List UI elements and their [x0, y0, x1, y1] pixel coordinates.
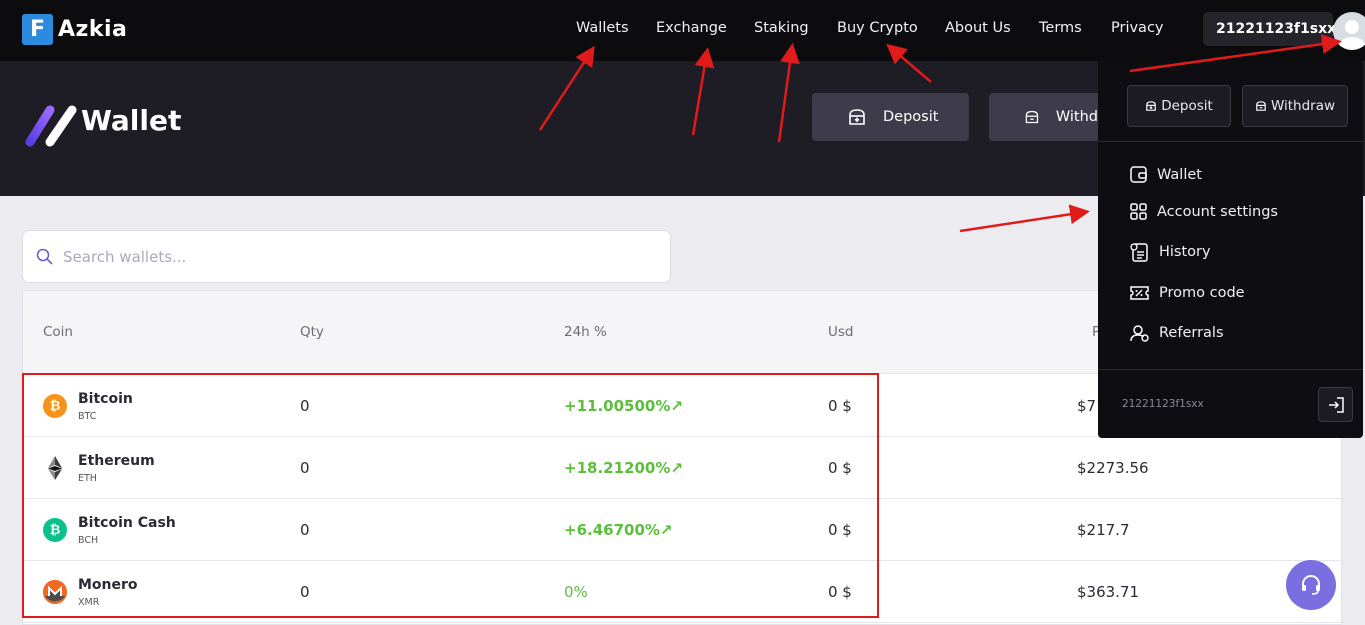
grid-icon — [1130, 203, 1147, 220]
menu-item-promo-code[interactable]: Promo code — [1129, 283, 1245, 302]
search-input[interactable] — [63, 247, 623, 266]
ethereum-icon — [43, 456, 67, 480]
change-value: +11.00500% — [564, 397, 671, 415]
headset-icon — [1302, 575, 1320, 595]
search-icon — [36, 248, 53, 265]
nav-terms[interactable]: Terms — [1039, 20, 1082, 36]
coin-qty: 0 — [300, 459, 310, 477]
coin-change: +11.00500%↗ — [564, 397, 683, 415]
coin-price: $363.71 — [1077, 583, 1140, 601]
menu-item-account-settings[interactable]: Account settings — [1129, 202, 1278, 221]
coin-symbol: BCH — [78, 535, 99, 546]
bitcoin-cash-icon: ₿ — [43, 518, 67, 542]
trend-up-icon: ↗ — [670, 397, 683, 415]
table-row[interactable]: Monero XMR 0 0% 0 $ $363.71 — [23, 561, 1341, 623]
col-usd[interactable]: Usd — [828, 324, 853, 340]
menu-item-wallet[interactable]: Wallet — [1129, 165, 1202, 184]
coin-price: $2273.56 — [1077, 459, 1149, 477]
monero-icon — [43, 580, 67, 604]
trend-up-icon: ↗ — [670, 459, 683, 477]
wallet-logo-icon — [25, 105, 77, 147]
coin-name: Ethereum — [78, 453, 155, 469]
col-24h[interactable]: 24h % — [564, 324, 607, 340]
coin-usd: 0 $ — [828, 397, 852, 415]
nav-about-us[interactable]: About Us — [945, 20, 1011, 36]
coin-qty: 0 — [300, 397, 310, 415]
deposit-label: Deposit — [883, 109, 939, 125]
user-dropdown-menu: Deposit Withdraw Wallet Account settings — [1098, 61, 1363, 438]
bitcoin-icon: ₿ — [43, 394, 67, 418]
nav-privacy[interactable]: Privacy — [1111, 20, 1164, 36]
trend-up-icon: ↗ — [659, 521, 673, 539]
support-chat-button[interactable] — [1286, 560, 1336, 610]
coin-change: +18.21200%↗ — [564, 459, 683, 477]
dropdown-withdraw-button[interactable]: Withdraw — [1242, 85, 1348, 127]
col-coin[interactable]: Coin — [43, 324, 73, 340]
coin-name: Bitcoin — [78, 391, 133, 407]
brand-name: Azkia — [58, 16, 128, 42]
dropdown-withdraw-label: Withdraw — [1270, 98, 1336, 114]
coin-qty: 0 — [300, 583, 310, 601]
withdraw-label: Withd — [1055, 109, 1098, 125]
logout-button[interactable] — [1318, 387, 1353, 422]
user-menu-username: 21221123f1sxx — [1216, 21, 1337, 37]
top-navbar: F Azkia Wallets Exchange Staking Buy Cry… — [0, 0, 1365, 61]
ticket-icon — [1130, 286, 1149, 300]
coin-usd: 0 $ — [828, 521, 852, 539]
history-icon — [1130, 243, 1148, 262]
avatar[interactable] — [1333, 12, 1365, 50]
dropdown-deposit-label: Deposit — [1161, 98, 1213, 114]
deposit-button[interactable]: Deposit — [812, 93, 969, 141]
menu-item-label: Promo code — [1159, 284, 1245, 301]
menu-item-label: Account settings — [1157, 203, 1278, 220]
user-menu-button[interactable]: 21221123f1sxx — [1203, 12, 1357, 46]
coin-symbol: XMR — [78, 597, 100, 608]
dropdown-deposit-button[interactable]: Deposit — [1127, 85, 1231, 127]
withdraw-icon — [1256, 101, 1266, 111]
withdraw-button[interactable]: Withd — [989, 93, 1098, 141]
table-row[interactable]: ₿ Bitcoin Cash BCH 0 +6.46700%↗ 0 $ $217… — [23, 499, 1341, 561]
coin-usd: 0 $ — [828, 583, 852, 601]
menu-item-label: Referrals — [1159, 325, 1224, 341]
menu-item-history[interactable]: History — [1129, 241, 1211, 263]
withdraw-icon — [1025, 110, 1039, 124]
table-row[interactable]: Ethereum ETH 0 +18.21200%↗ 0 $ $2273.56 — [23, 437, 1341, 499]
col-qty[interactable]: Qty — [300, 324, 324, 340]
dropdown-username: 21221123f1sxx — [1122, 398, 1204, 410]
menu-item-referrals[interactable]: Referrals — [1129, 323, 1224, 343]
coin-change: 0% — [564, 583, 588, 601]
coin-name: Monero — [78, 577, 138, 593]
nav-exchange[interactable]: Exchange — [656, 20, 727, 36]
logout-icon — [1328, 396, 1344, 413]
brand-logo[interactable]: F Azkia — [22, 13, 127, 45]
deposit-icon — [1146, 101, 1156, 111]
annotation-arrow — [959, 204, 1090, 233]
coin-symbol: BTC — [78, 411, 97, 422]
nav-wallets[interactable]: Wallets — [576, 20, 629, 36]
page-title: Wallet — [81, 104, 182, 137]
search-box — [22, 230, 671, 283]
wallet-icon — [1130, 166, 1147, 183]
nav-staking[interactable]: Staking — [754, 20, 809, 36]
logo-mark: F — [22, 13, 53, 45]
menu-item-label: History — [1159, 244, 1211, 260]
change-value: +6.46700% — [564, 521, 660, 539]
coin-change: +6.46700%↗ — [564, 521, 673, 539]
change-value: +18.21200% — [564, 459, 671, 477]
coin-symbol: ETH — [78, 473, 97, 484]
coin-qty: 0 — [300, 521, 310, 539]
divider — [1098, 369, 1363, 370]
users-icon — [1130, 325, 1149, 342]
nav-buy-crypto[interactable]: Buy Crypto — [837, 20, 918, 36]
menu-item-label: Wallet — [1157, 166, 1202, 183]
deposit-icon — [849, 109, 865, 125]
change-value: 0% — [564, 583, 588, 601]
coin-usd: 0 $ — [828, 459, 852, 477]
divider — [1098, 141, 1363, 142]
coin-name: Bitcoin Cash — [78, 515, 176, 531]
coin-price: $217.7 — [1077, 521, 1130, 539]
user-avatar-icon — [1339, 20, 1365, 50]
